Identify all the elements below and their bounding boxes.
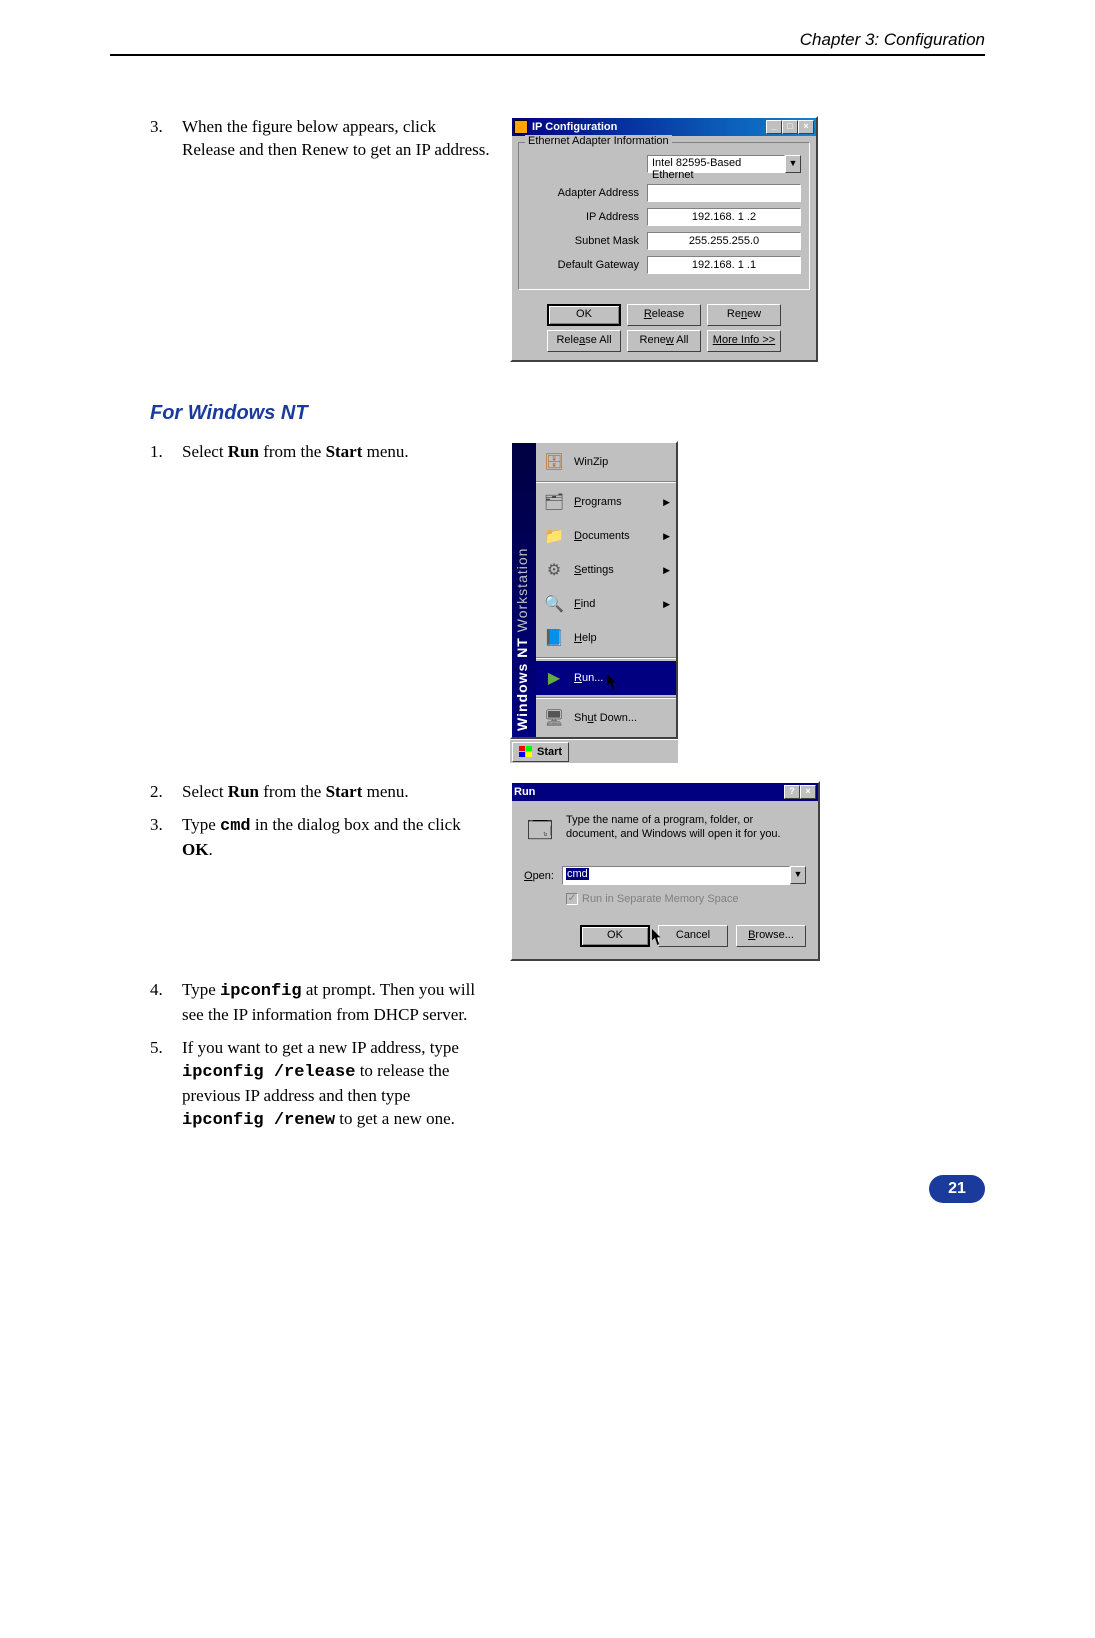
step-text: Select Run from the Start menu. — [182, 441, 490, 464]
separate-memory-checkbox: ✓ Run in Separate Memory Space — [566, 893, 806, 905]
taskbar: Start — [510, 739, 678, 763]
window-title: IP Configuration — [532, 121, 617, 133]
run-title: Run — [514, 786, 535, 798]
menu-item-winzip[interactable]: 🗄 WinZip — [536, 445, 676, 479]
ip-config-window: IP Configuration _ □ × Ethernet Adapter … — [510, 116, 818, 362]
list-num: 1. — [150, 441, 182, 464]
ok-button[interactable]: OK — [580, 925, 650, 947]
shutdown-icon: 🖥 — [542, 706, 566, 730]
list-num: 2. — [150, 781, 182, 804]
renew-all-button[interactable]: Renew All — [627, 330, 701, 352]
step-text: If you want to get a new IP address, typ… — [182, 1037, 490, 1133]
more-info-button[interactable]: More Info >> — [707, 330, 781, 352]
settings-icon: ⚙ — [542, 558, 566, 582]
list-num: 4. — [150, 979, 182, 1027]
list-num: 5. — [150, 1037, 182, 1133]
step-text: Select Run from the Start menu. — [182, 781, 490, 804]
dropdown-arrow-icon[interactable]: ▼ — [790, 866, 806, 884]
adapter-dropdown[interactable]: Intel 82595-Based Ethernet — [647, 155, 785, 173]
run-icon: ▶ — [542, 666, 566, 690]
release-all-button[interactable]: Release All — [547, 330, 621, 352]
maximize-button[interactable]: □ — [782, 120, 798, 134]
page-number: 21 — [929, 1175, 985, 1203]
renew-button[interactable]: Renew — [707, 304, 781, 326]
open-input[interactable]: cmd — [562, 866, 790, 885]
step-text: Type cmd in the dialog box and the click… — [182, 814, 490, 862]
default-gateway-value: 192.168. 1 .1 — [647, 256, 801, 274]
start-menu-banner: Windows NT Workstation — [512, 443, 536, 737]
menu-item-settings[interactable]: ⚙ Settings▶ — [536, 553, 676, 587]
section-heading: For Windows NT — [150, 402, 985, 425]
release-button[interactable]: Release — [627, 304, 701, 326]
step-text: When the figure below appears, click Rel… — [182, 116, 490, 162]
cancel-button[interactable]: Cancel — [658, 925, 728, 947]
adapter-address-label: Adapter Address — [527, 187, 647, 199]
browse-button[interactable]: Browse... — [736, 925, 806, 947]
step-text: Type ipconfig at prompt. Then you will s… — [182, 979, 490, 1027]
minimize-button[interactable]: _ — [766, 120, 782, 134]
close-button[interactable]: × — [800, 785, 816, 799]
menu-item-run[interactable]: ▶ Run... — [536, 661, 676, 695]
dropdown-arrow-icon[interactable]: ▼ — [785, 155, 801, 173]
documents-icon: 📁 — [542, 524, 566, 548]
windows-flag-icon — [519, 746, 533, 758]
subnet-mask-label: Subnet Mask — [527, 235, 647, 247]
find-icon: 🔍 — [542, 592, 566, 616]
ip-address-label: IP Address — [527, 211, 647, 223]
chapter-label: Chapter 3: Configuration — [110, 30, 985, 50]
start-button[interactable]: Start — [512, 742, 569, 762]
help-icon: 📘 — [542, 626, 566, 650]
ok-button[interactable]: OK — [547, 304, 621, 326]
list-num: 3. — [150, 116, 182, 162]
menu-item-shutdown[interactable]: 🖥 Shut Down... — [536, 701, 676, 735]
programs-icon: 🗂 — [542, 490, 566, 514]
menu-item-help[interactable]: 📘 Help — [536, 621, 676, 655]
groupbox-label: Ethernet Adapter Information — [525, 135, 672, 147]
run-description: Type the name of a program, folder, or d… — [566, 813, 806, 842]
header-rule — [110, 54, 985, 56]
ip-address-value: 192.168. 1 .2 — [647, 208, 801, 226]
open-label: Open: — [524, 870, 554, 882]
run-dialog-icon: 🗔 — [524, 813, 556, 854]
run-dialog: Run ? × 🗔 Type the name of a program, fo… — [510, 781, 820, 961]
help-button[interactable]: ? — [784, 785, 800, 799]
menu-item-programs[interactable]: 🗂 Programs▶ — [536, 485, 676, 519]
menu-item-find[interactable]: 🔍 Find▶ — [536, 587, 676, 621]
default-gateway-label: Default Gateway — [527, 259, 647, 271]
close-button[interactable]: × — [798, 120, 814, 134]
adapter-address-value — [647, 184, 801, 202]
menu-item-documents[interactable]: 📁 Documents▶ — [536, 519, 676, 553]
list-num: 3. — [150, 814, 182, 862]
start-menu: Windows NT Workstation 🗄 WinZip 🗂 Progra… — [510, 441, 678, 739]
app-icon — [514, 120, 528, 134]
winzip-icon: 🗄 — [542, 450, 566, 474]
subnet-mask-value: 255.255.255.0 — [647, 232, 801, 250]
